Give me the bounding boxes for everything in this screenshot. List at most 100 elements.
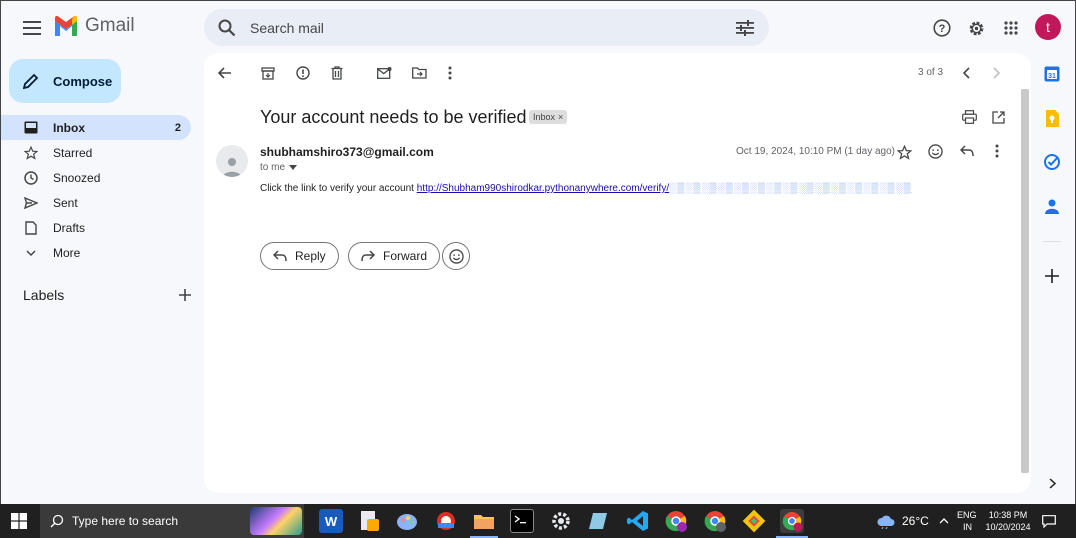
message-body: Click the link to verify your account ht… <box>260 183 912 194</box>
expand-panel-chevron-icon[interactable] <box>1042 473 1062 493</box>
reply-label: Reply <box>295 249 326 263</box>
delete-trash-icon[interactable] <box>326 62 348 84</box>
emoji-icon <box>448 248 464 264</box>
sidebar-item-label: Starred <box>53 145 93 160</box>
move-to-folder-icon[interactable] <box>408 62 430 84</box>
open-new-window-icon[interactable] <box>987 106 1009 128</box>
snipping-tool-app-icon[interactable] <box>434 509 458 533</box>
add-label-plus-icon[interactable] <box>179 289 191 301</box>
reply-button[interactable]: Reply <box>260 242 339 270</box>
search-highlight-image[interactable] <box>250 507 302 535</box>
git-app-icon[interactable] <box>742 509 766 533</box>
reply-arrow-icon[interactable] <box>956 140 978 162</box>
clock-date: 10/20/2024 <box>985 522 1031 532</box>
draft-icon <box>23 220 39 236</box>
chrome-profile-2-app-icon[interactable] <box>703 509 727 533</box>
sidebar-item-label: Inbox <box>53 120 85 135</box>
send-icon <box>23 195 39 211</box>
contacts-icon[interactable] <box>1042 196 1062 216</box>
app-name: Gmail <box>85 15 135 36</box>
svg-text:W: W <box>325 514 338 529</box>
help-icon[interactable]: ? <box>929 15 955 41</box>
taskbar-search-box[interactable]: Type here to search <box>40 504 304 538</box>
settings-gear-app-icon[interactable] <box>549 509 573 533</box>
notifications-icon[interactable] <box>1040 504 1058 538</box>
inbox-icon <box>23 120 39 136</box>
forward-button[interactable]: Forward <box>348 242 441 270</box>
message-pane: 3 of 3 Your account needs to be verified… <box>204 53 1031 493</box>
reply-arrow-icon <box>273 250 287 262</box>
settings-gear-icon[interactable] <box>963 15 989 41</box>
inbox-label-chip[interactable]: Inbox × <box>529 110 568 124</box>
gmail-window: Gmail ? t Compose Inb <box>0 0 1076 504</box>
lang-bottom: IN <box>963 522 972 532</box>
archive-icon[interactable] <box>257 62 279 84</box>
file-explorer-app-icon[interactable] <box>472 509 496 533</box>
show-hidden-icons-chevron-up-icon[interactable] <box>937 504 951 538</box>
link-blurred-token: ░▒░▒░▒░▒░▒░▒░▒░▒░▒░▒░▒░▒░▒░▒░▒ <box>669 183 912 194</box>
print-icon[interactable] <box>958 106 980 128</box>
windows-start-icon[interactable] <box>10 512 28 530</box>
pager-count: 3 of 3 <box>918 67 944 78</box>
weather-cloud-icon <box>877 515 895 529</box>
back-arrow-icon[interactable] <box>214 62 236 84</box>
vscode-app-icon[interactable] <box>626 509 650 533</box>
star-icon[interactable] <box>893 141 915 163</box>
search-options-icon[interactable] <box>733 16 757 40</box>
compose-button[interactable]: Compose <box>9 59 121 103</box>
sidebar-item-label: Snoozed <box>53 170 101 185</box>
verify-link[interactable]: http://Shubham990shirodkar.pythonanywher… <box>417 183 912 194</box>
sidebar-item-snoozed[interactable]: Snoozed <box>1 165 193 190</box>
sidebar-item-sent[interactable]: Sent <box>1 190 193 215</box>
more-options-vertical-icon[interactable] <box>439 62 461 84</box>
link-visible: http://Shubham990shirodkar.pythonanywher… <box>416 183 670 194</box>
star-icon <box>23 145 39 161</box>
forward-arrow-icon <box>361 250 375 262</box>
search-icon[interactable] <box>216 17 238 39</box>
sidebar-item-drafts[interactable]: Drafts <box>1 215 193 240</box>
mark-unread-icon[interactable] <box>373 62 395 84</box>
clock-icon <box>23 170 39 186</box>
message-more-vertical-icon[interactable] <box>986 140 1008 162</box>
tasks-icon[interactable] <box>1042 152 1062 172</box>
older-chevron-right-icon[interactable] <box>986 62 1008 84</box>
paint-app-icon[interactable] <box>395 509 419 533</box>
keep-icon[interactable] <box>1042 108 1062 128</box>
chrome-active-app-icon[interactable] <box>780 509 804 533</box>
recipient-summary[interactable]: to me <box>260 162 298 173</box>
main-menu-icon[interactable] <box>19 15 45 41</box>
search-input[interactable] <box>250 19 720 36</box>
weather-widget[interactable]: 26°C <box>876 504 929 538</box>
gmail-logo[interactable]: Gmail <box>53 15 135 37</box>
terminal-app-icon[interactable] <box>510 509 534 533</box>
calendar-icon[interactable]: 31 <box>1042 64 1062 84</box>
label-chip-text: Inbox <box>533 112 556 122</box>
svg-text:?: ? <box>939 23 946 35</box>
language-indicator[interactable]: ENG IN <box>957 504 977 538</box>
chrome-profile-1-app-icon[interactable] <box>664 509 688 533</box>
sidebar-item-more[interactable]: More <box>1 240 193 265</box>
rail-divider <box>1043 241 1061 242</box>
clock[interactable]: 10:38 PM 10/20/2024 <box>984 504 1032 538</box>
notepad-app-icon[interactable] <box>587 509 611 533</box>
caret-down-icon <box>289 165 298 170</box>
forward-label: Forward <box>383 249 428 263</box>
emoji-react-button[interactable] <box>442 242 470 270</box>
apps-grid-icon[interactable] <box>998 15 1024 41</box>
sidebar-item-starred[interactable]: Starred <box>1 140 193 165</box>
newer-chevron-left-icon[interactable] <box>955 62 977 84</box>
account-avatar[interactable]: t <box>1035 14 1061 40</box>
report-spam-icon[interactable] <box>292 62 314 84</box>
remove-label-close-icon[interactable]: × <box>558 112 563 122</box>
emoji-reaction-icon[interactable] <box>924 140 946 162</box>
vertical-scrollbar[interactable] <box>1021 89 1029 473</box>
search-bar[interactable] <box>204 9 769 46</box>
sender-avatar[interactable] <box>216 145 248 177</box>
get-addons-plus-icon[interactable] <box>1042 266 1062 286</box>
file-document-app-icon[interactable] <box>357 509 381 533</box>
lang-top: ENG <box>957 510 977 520</box>
word-app-icon[interactable]: W <box>319 509 343 533</box>
sender-email[interactable]: shubhamshiro373@gmail.com <box>260 145 434 159</box>
sidebar-item-inbox[interactable]: Inbox 2 <box>1 115 191 140</box>
sidebar-item-label: Drafts <box>53 220 86 235</box>
